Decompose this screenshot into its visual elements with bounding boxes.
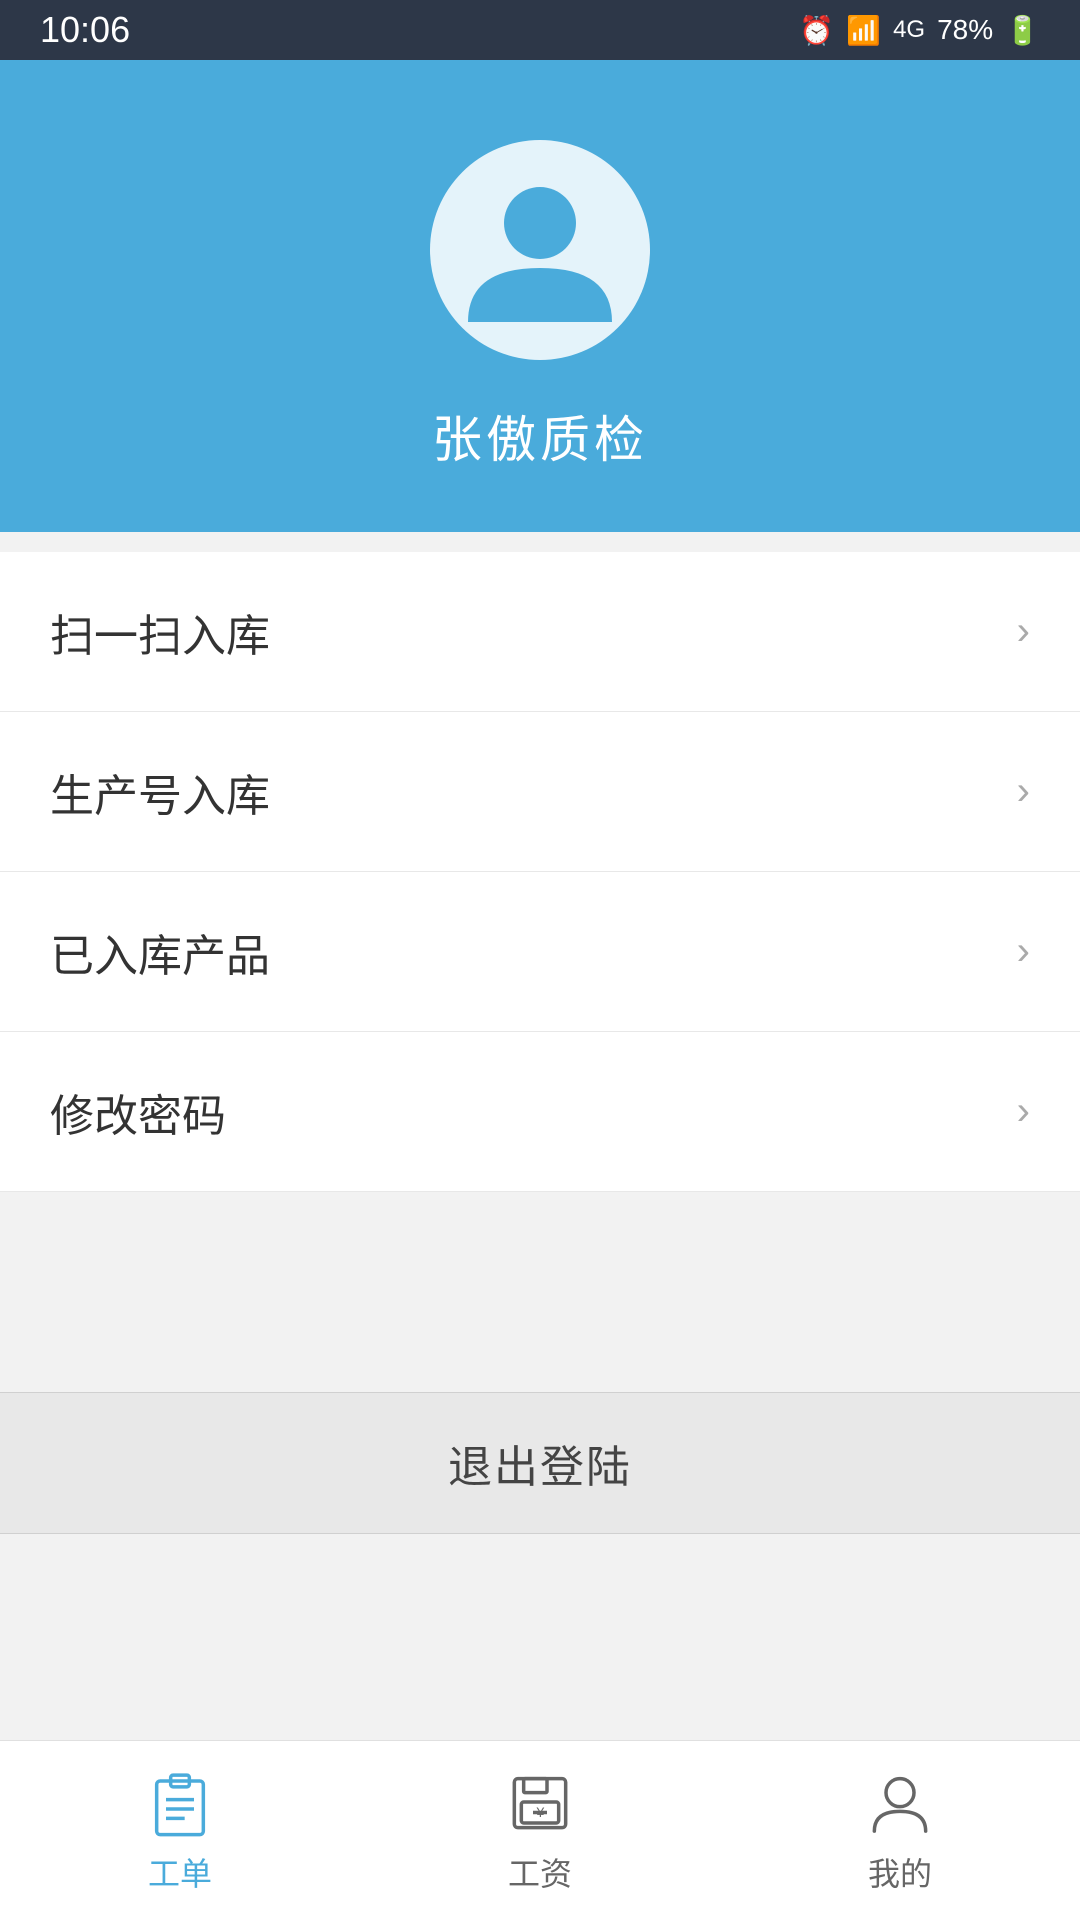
menu-item-scan-in[interactable]: 扫一扫入库 ›	[0, 552, 1080, 712]
chevron-right-icon-production: ›	[1017, 769, 1030, 814]
battery-icon: 🔋	[1005, 14, 1040, 47]
menu-item-production-in-label: 生产号入库	[50, 760, 270, 824]
mine-icon	[865, 1767, 935, 1837]
logout-label: 退出登陆	[448, 1431, 632, 1495]
menu-item-production-in[interactable]: 生产号入库 ›	[0, 712, 1080, 872]
alarm-icon: ⏰	[799, 14, 834, 47]
work-order-icon	[145, 1767, 215, 1837]
status-bar: 10:06 ⏰ 📶 4G 78% 🔋	[0, 0, 1080, 60]
logout-section: 退出登陆	[0, 1392, 1080, 1534]
status-icons: ⏰ 📶 4G 78% 🔋	[799, 14, 1040, 47]
menu-item-change-password-label: 修改密码	[50, 1080, 226, 1144]
tab-salary[interactable]: ¥ 工资	[360, 1741, 720, 1920]
menu-item-warehoused[interactable]: 已入库产品 ›	[0, 872, 1080, 1032]
salary-icon: ¥	[505, 1767, 575, 1837]
signal-icon: 4G	[893, 16, 925, 44]
logout-button[interactable]: 退出登陆	[0, 1393, 1080, 1533]
svg-text:¥: ¥	[536, 1804, 545, 1820]
wifi-icon: 📶	[846, 14, 881, 47]
menu-list: 扫一扫入库 › 生产号入库 › 已入库产品 › 修改密码 ›	[0, 552, 1080, 1192]
tab-work-order-label: 工单	[148, 1849, 212, 1895]
bottom-tab-bar: 工单 ¥ 工资	[0, 1740, 1080, 1920]
profile-name: 张傲质检	[432, 400, 648, 472]
avatar	[430, 140, 650, 360]
tab-mine-label: 我的	[868, 1849, 932, 1895]
menu-item-warehoused-label: 已入库产品	[50, 920, 270, 984]
chevron-right-icon-password: ›	[1017, 1089, 1030, 1134]
menu-item-scan-in-label: 扫一扫入库	[50, 600, 270, 664]
profile-header: 张傲质检	[0, 60, 1080, 532]
status-time: 10:06	[40, 9, 130, 51]
menu-item-change-password[interactable]: 修改密码 ›	[0, 1032, 1080, 1192]
gray-space	[0, 1192, 1080, 1392]
chevron-right-icon-warehoused: ›	[1017, 929, 1030, 974]
tab-salary-label: 工资	[508, 1849, 572, 1895]
chevron-right-icon-scan: ›	[1017, 609, 1030, 654]
tab-work-order[interactable]: 工单	[0, 1741, 360, 1920]
battery-text: 78%	[937, 14, 993, 46]
tab-mine[interactable]: 我的	[720, 1741, 1080, 1920]
